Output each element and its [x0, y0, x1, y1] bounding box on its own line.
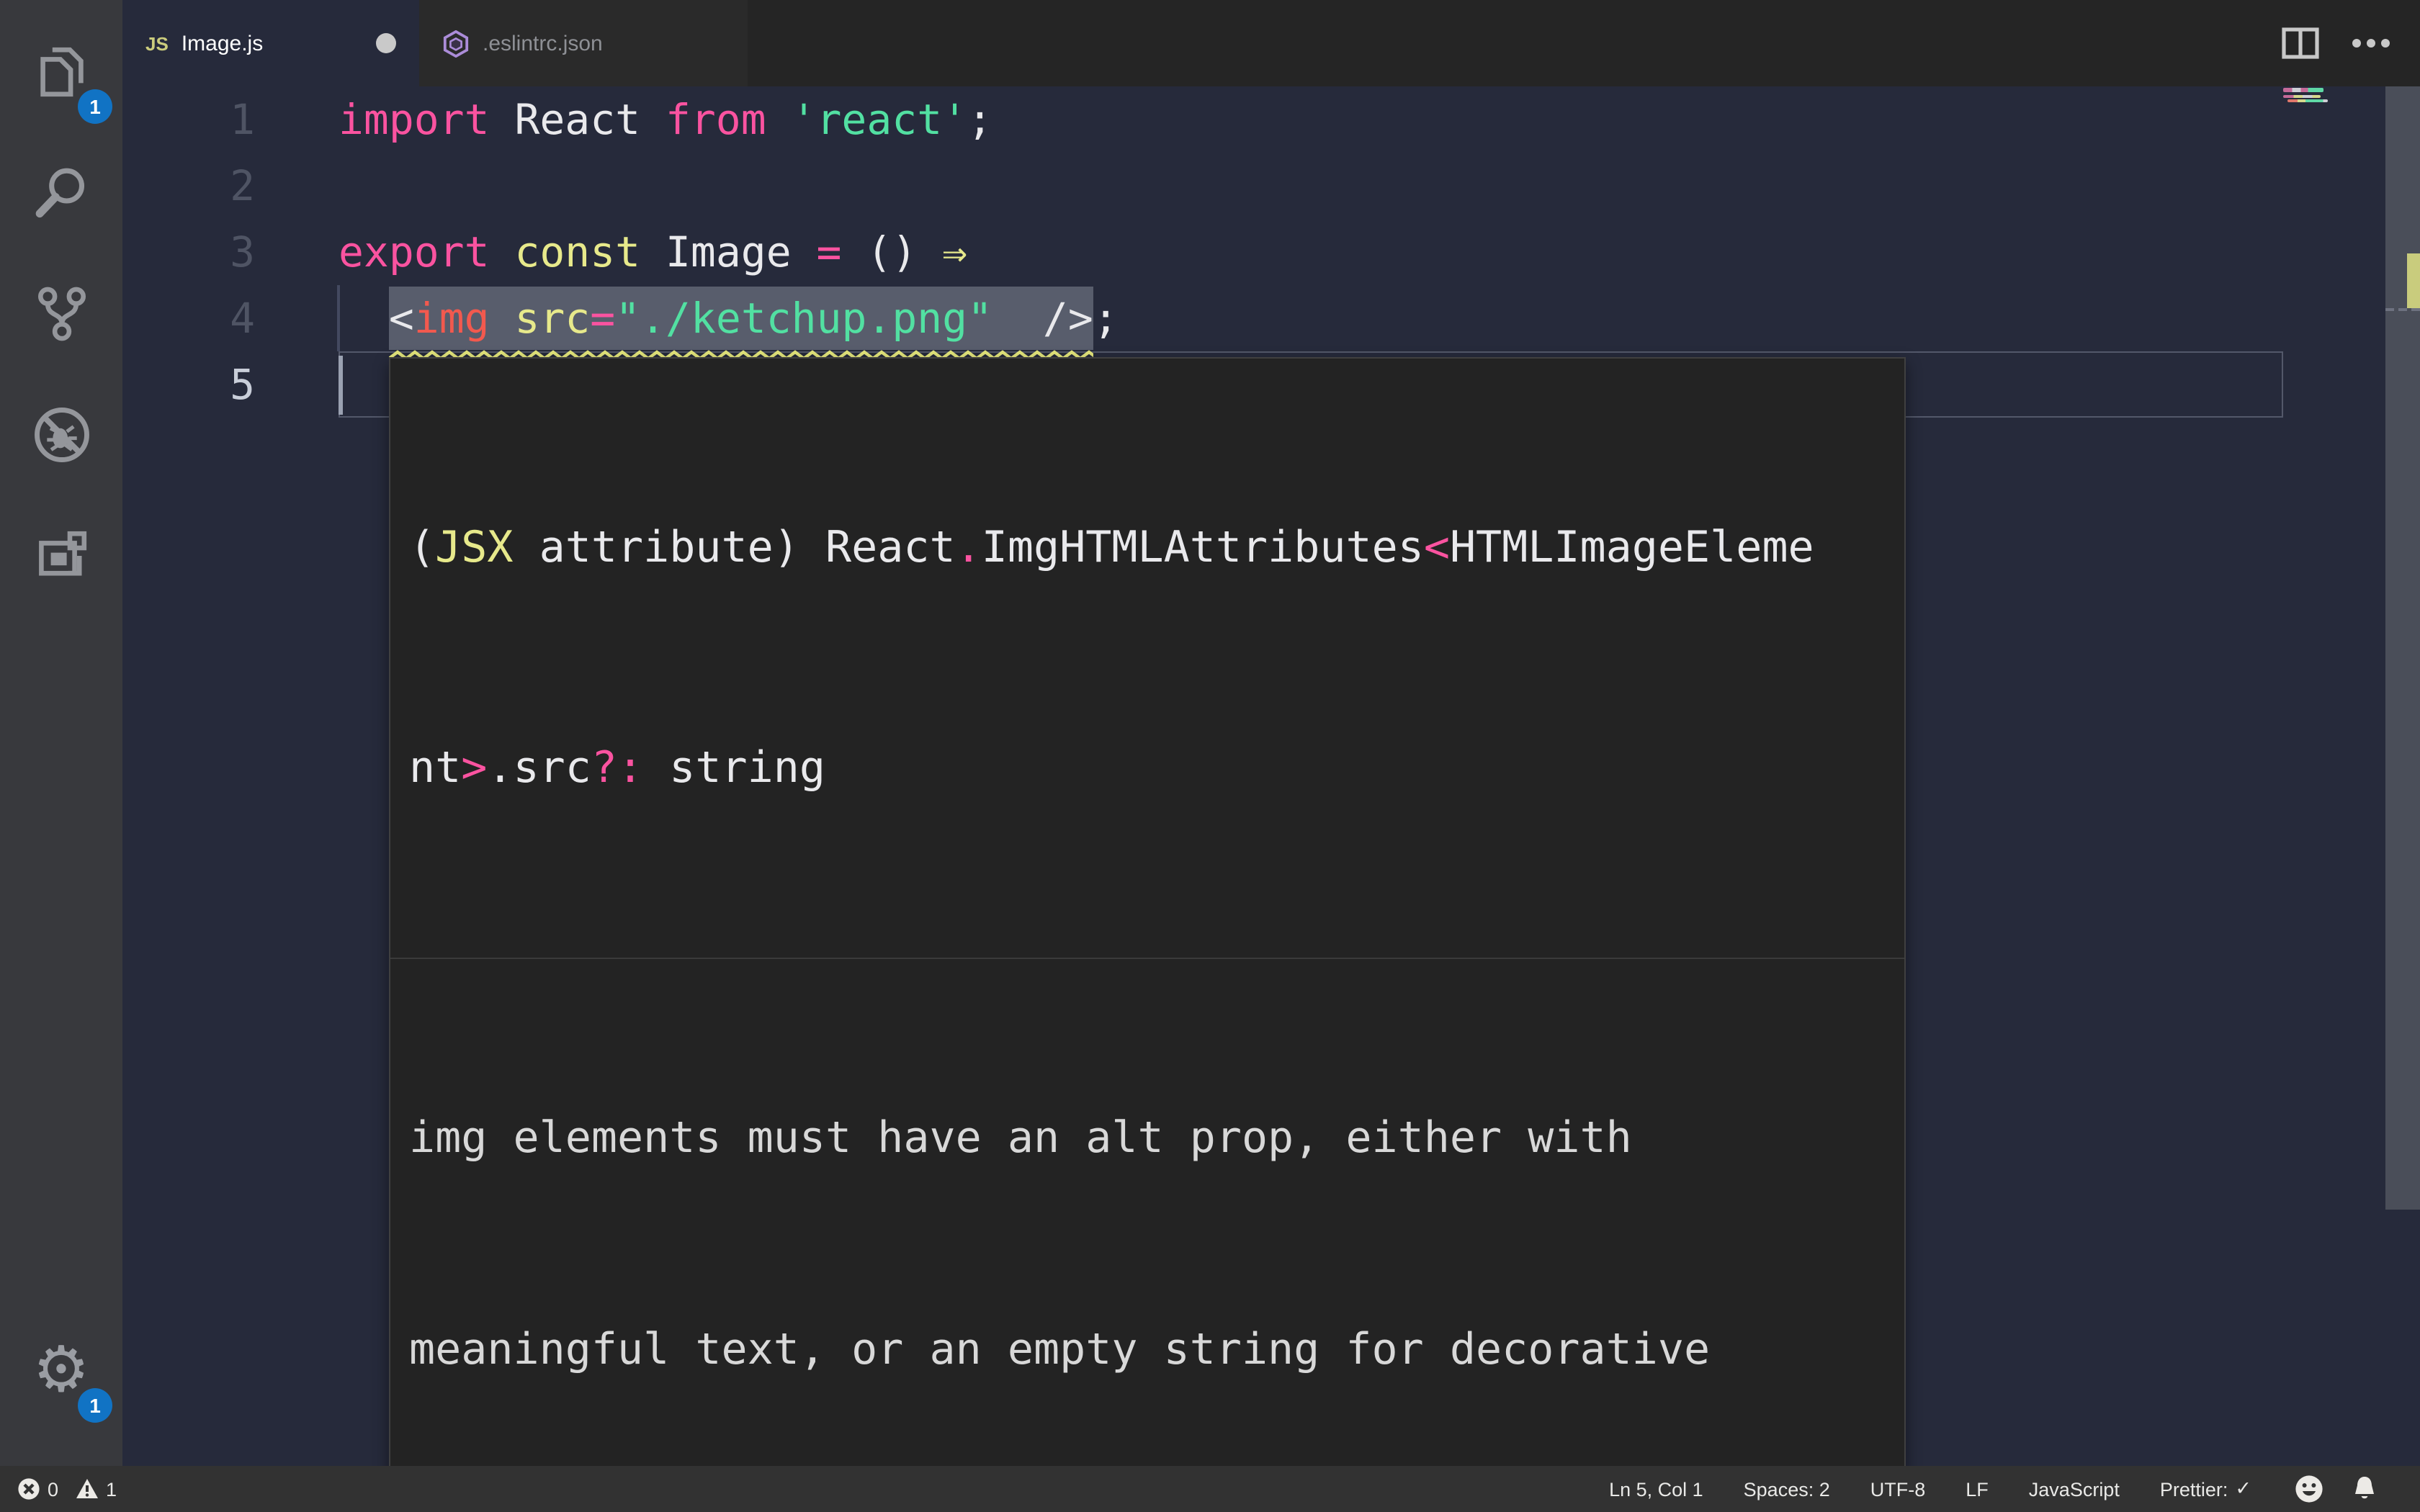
- error-count: 0: [48, 1478, 59, 1500]
- minimap-code-line: [2287, 99, 2328, 102]
- encoding-setting[interactable]: UTF-8: [1870, 1478, 1926, 1500]
- split-editor-icon: [2282, 27, 2319, 59]
- smiley-icon: [2295, 1475, 2323, 1503]
- tab-label: Image.js: [181, 31, 264, 55]
- feedback-smiley-button[interactable]: [2295, 1475, 2323, 1503]
- cursor-position[interactable]: Ln 5, Col 1: [1609, 1478, 1703, 1500]
- activity-bar: 1 ⚙ 1: [0, 0, 122, 1466]
- explorer-badge: 1: [78, 89, 112, 124]
- hover-signature: (JSX attribute) React.ImgHTMLAttributes<…: [409, 523, 1814, 793]
- eol-setting[interactable]: LF: [1966, 1478, 1989, 1500]
- js-file-icon: JS: [145, 32, 169, 54]
- code-line[interactable]: 1 import React from 'react';: [122, 86, 2420, 153]
- eslint-icon: [443, 30, 469, 57]
- split-editor-button[interactable]: [2282, 27, 2319, 59]
- tab-eslintrc-json[interactable]: .eslintrc.json: [419, 0, 748, 86]
- selection-highlight: <img src="./ketchup.png" />: [388, 287, 1093, 361]
- sidebar-item-explorer[interactable]: 1: [0, 12, 122, 132]
- tab-bar: JS Image.js .eslintrc.json: [122, 0, 2420, 86]
- search-icon: [35, 168, 84, 218]
- language-mode[interactable]: JavaScript: [2029, 1478, 2120, 1500]
- warning-overview-marker: [2407, 253, 2419, 308]
- code-line[interactable]: 2: [122, 153, 2420, 219]
- vscode-window: 1 ⚙ 1 JS Image.js .eslintrc.json 1 impor…: [0, 0, 2420, 1512]
- notifications-button[interactable]: [2352, 1475, 2377, 1503]
- settings-badge: 1: [78, 1388, 112, 1423]
- extensions-icon: [38, 531, 86, 576]
- line-number: 1: [230, 95, 255, 144]
- code-editor[interactable]: 1 import React from 'react'; 2 3 export …: [122, 86, 2420, 1466]
- check-icon: ✓: [2235, 1477, 2251, 1500]
- minimap-slider-edge: [2385, 308, 2420, 311]
- line-number: 3: [230, 228, 255, 276]
- indentation-setting[interactable]: Spaces: 2: [1744, 1478, 1830, 1500]
- problems-status[interactable]: 0 1: [17, 1477, 117, 1500]
- editor-actions: [2282, 0, 2420, 86]
- settings-gear-button[interactable]: ⚙ 1: [0, 1310, 122, 1431]
- minimap-code-line: [2283, 88, 2323, 91]
- status-bar: 0 1 Ln 5, Col 1 Spaces: 2 UTF-8 LF JavaS…: [0, 1466, 2420, 1512]
- code-line[interactable]: 3 export const Image = () ⇒: [122, 219, 2420, 285]
- tab-image-js[interactable]: JS Image.js: [122, 0, 419, 86]
- prettier-status[interactable]: Prettier: ✓: [2160, 1477, 2251, 1500]
- modified-dot-icon[interactable]: [376, 33, 396, 53]
- sidebar-item-source-control[interactable]: [0, 253, 122, 374]
- error-icon: [18, 1478, 40, 1500]
- bell-icon: [2355, 1476, 2374, 1498]
- debug-no-bug-icon: [34, 408, 89, 462]
- git-branch-icon: [37, 287, 86, 341]
- sidebar-item-debug[interactable]: [0, 374, 122, 495]
- line-number-active: 5: [230, 360, 255, 409]
- more-actions-button[interactable]: [2351, 37, 2391, 49]
- hover-popup: (JSX attribute) React.ImgHTMLAttributes<…: [389, 357, 1906, 1466]
- sidebar-item-search[interactable]: [0, 132, 122, 253]
- ellipsis-icon: [2352, 39, 2390, 48]
- minimap-code-line: [2283, 94, 2321, 98]
- tab-label: .eslintrc.json: [483, 31, 603, 55]
- code-line[interactable]: 4 <img src="./ketchup.png" />;: [122, 285, 2420, 361]
- hover-diagnostic-message: img elements must have an alt prop, eith…: [409, 1113, 1711, 1375]
- warning-icon: [76, 1479, 98, 1498]
- line-number: 2: [230, 161, 255, 210]
- sidebar-item-extensions[interactable]: [0, 495, 122, 616]
- line-number: 4: [230, 294, 255, 343]
- gear-icon: ⚙: [32, 1333, 90, 1407]
- warning-count: 1: [106, 1478, 117, 1500]
